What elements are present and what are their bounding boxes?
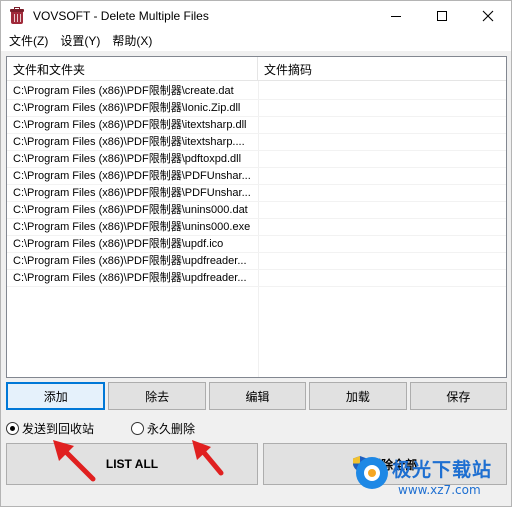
list-item[interactable]: C:\Program Files (x86)\PDF限制器\Ionic.Zip.… — [7, 100, 506, 117]
radio-unchecked-icon[interactable] — [131, 421, 144, 435]
file-path-cell: C:\Program Files (x86)\PDF限制器\updfreader… — [7, 270, 258, 287]
list-header: 文件和文件夹 文件摘码 — [7, 57, 506, 81]
file-hash-cell — [258, 185, 506, 202]
file-hash-cell — [258, 219, 506, 236]
file-hash-cell — [258, 100, 506, 117]
file-path-cell: C:\Program Files (x86)\PDF限制器\PDFUnshar.… — [7, 185, 258, 202]
list-all-label: LIST ALL — [105, 457, 159, 471]
radio-checked-icon[interactable] — [6, 421, 19, 435]
file-path-cell: C:\Program Files (x86)\PDF限制器\unins000.e… — [7, 219, 258, 236]
list-item[interactable]: C:\Program Files (x86)\PDF限制器\itextsharp… — [7, 117, 506, 134]
file-path-cell: C:\Program Files (x86)\PDF限制器\itextsharp… — [7, 117, 258, 134]
list-rows: C:\Program Files (x86)\PDF限制器\create.dat… — [7, 83, 506, 287]
recycle-bin-label: 发送到回收站 — [22, 421, 95, 436]
list-item[interactable]: C:\Program Files (x86)\PDF限制器\PDFUnshar.… — [7, 168, 506, 185]
file-path-cell: C:\Program Files (x86)\PDF限制器\pdftoxpd.d… — [7, 151, 258, 168]
close-button[interactable] — [465, 1, 511, 31]
maximize-icon — [437, 11, 447, 21]
window-controls — [373, 1, 511, 31]
annotation-arrow-left — [53, 440, 96, 482]
trash-can-icon — [9, 7, 25, 24]
add-button[interactable]: 添加 — [6, 382, 106, 410]
file-path-cell: C:\Program Files (x86)\PDF限制器\updf.ico — [7, 236, 258, 253]
minimize-button[interactable] — [373, 1, 419, 31]
action-buttons: 添加 除去 编辑 加载 保存 — [6, 382, 508, 410]
watermark: 极光下载站 www.xz7.com — [356, 453, 512, 505]
file-hash-cell — [258, 202, 506, 219]
list-item[interactable]: C:\Program Files (x86)\PDF限制器\PDFUnshar.… — [7, 185, 506, 202]
file-hash-cell — [258, 83, 506, 100]
file-path-cell: C:\Program Files (x86)\PDF限制器\unins000.d… — [7, 202, 258, 219]
title-bar[interactable]: VOVSOFT - Delete Multiple Files — [1, 1, 511, 31]
edit-button[interactable]: 编辑 — [208, 382, 307, 410]
watermark-brand: 极光下载站 — [392, 459, 493, 481]
app-window: VOVSOFT - Delete Multiple Files 文件(Z) 设置… — [0, 0, 512, 507]
list-item[interactable]: C:\Program Files (x86)\PDF限制器\create.dat — [7, 83, 506, 100]
watermark-url: www.xz7.com — [398, 483, 481, 497]
file-path-cell: C:\Program Files (x86)\PDF限制器\updfreader… — [7, 253, 258, 270]
list-item[interactable]: C:\Program Files (x86)\PDF限制器\unins000.d… — [7, 202, 506, 219]
minimize-icon — [391, 15, 401, 17]
list-item[interactable]: C:\Program Files (x86)\PDF限制器\unins000.e… — [7, 219, 506, 236]
file-path-cell: C:\Program Files (x86)\PDF限制器\PDFUnshar.… — [7, 168, 258, 185]
file-list[interactable]: 文件和文件夹 文件摘码 C:\Program Files (x86)\PDF限制… — [6, 56, 507, 378]
menu-settings[interactable]: 设置(Y) — [54, 31, 106, 51]
file-hash-cell — [258, 236, 506, 253]
close-icon — [482, 10, 494, 22]
menu-file[interactable]: 文件(Z) — [3, 31, 54, 51]
menu-help[interactable]: 帮助(X) — [106, 31, 158, 51]
file-hash-cell — [258, 168, 506, 185]
load-button[interactable]: 加载 — [309, 382, 407, 410]
permanent-delete-label: 永久删除 — [147, 421, 196, 436]
save-button[interactable]: 保存 — [409, 382, 508, 410]
recycle-bin-radio[interactable]: 发送到回收站 — [6, 419, 94, 437]
column-header-hash[interactable]: 文件摘码 — [258, 57, 506, 81]
watermark-logo-icon — [356, 457, 388, 489]
file-hash-cell — [258, 134, 506, 151]
file-hash-cell — [258, 151, 506, 168]
list-item[interactable]: C:\Program Files (x86)\PDF限制器\updfreader… — [7, 253, 506, 270]
permanent-delete-radio[interactable]: 永久删除 — [131, 419, 195, 437]
file-hash-cell — [258, 117, 506, 134]
window-title: VOVSOFT - Delete Multiple Files — [33, 9, 209, 23]
remove-button[interactable]: 除去 — [108, 382, 206, 410]
menu-bar: 文件(Z) 设置(Y) 帮助(X) — [1, 31, 511, 51]
file-path-cell: C:\Program Files (x86)\PDF限制器\itextsharp… — [7, 134, 258, 151]
list-item[interactable]: C:\Program Files (x86)\PDF限制器\updf.ico — [7, 236, 506, 253]
list-item[interactable]: C:\Program Files (x86)\PDF限制器\itextsharp… — [7, 134, 506, 151]
file-path-cell: C:\Program Files (x86)\PDF限制器\Ionic.Zip.… — [7, 100, 258, 117]
file-path-cell: C:\Program Files (x86)\PDF限制器\create.dat — [7, 83, 258, 100]
list-item[interactable]: C:\Program Files (x86)\PDF限制器\pdftoxpd.d… — [7, 151, 506, 168]
maximize-button[interactable] — [419, 1, 465, 31]
list-item[interactable]: C:\Program Files (x86)\PDF限制器\updfreader… — [7, 270, 506, 287]
column-header-files[interactable]: 文件和文件夹 — [7, 57, 258, 81]
file-hash-cell — [258, 253, 506, 270]
file-hash-cell — [258, 270, 506, 287]
annotation-arrow-right — [192, 440, 224, 476]
delete-mode-options: 发送到回收站 永久删除 — [6, 419, 406, 437]
